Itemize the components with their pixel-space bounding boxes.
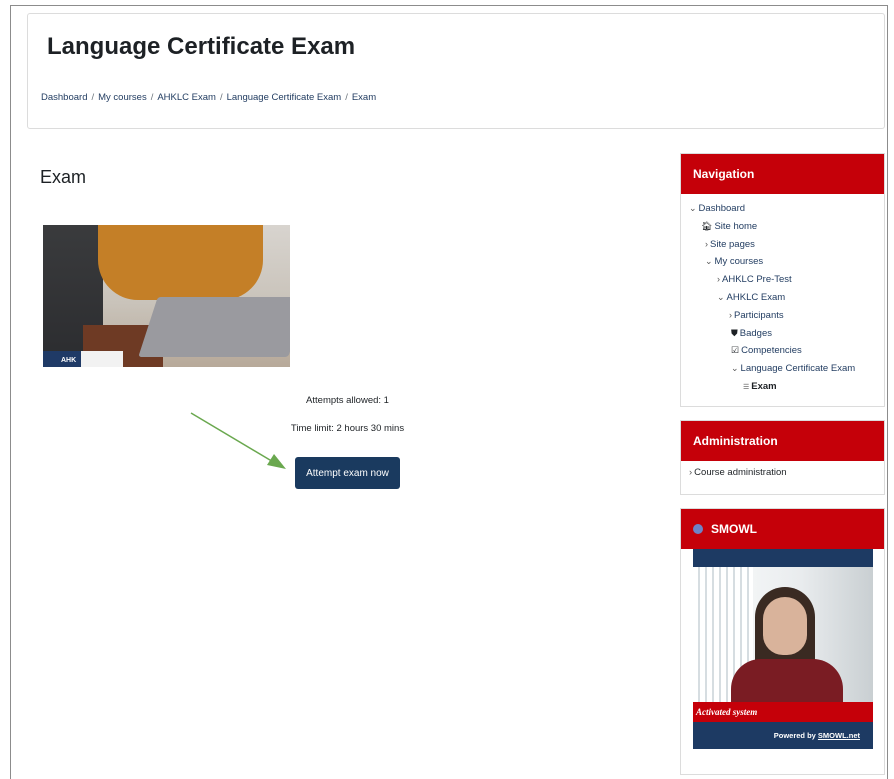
nav-item-label[interactable]: Dashboard [699,203,745,214]
admin-item-label[interactable]: Course administration [694,467,786,478]
nav-item-badges[interactable]: ⛊ Badges [681,325,884,343]
nav-item-label[interactable]: Exam [751,381,776,392]
nav-item-label[interactable]: Participants [734,310,784,321]
nav-item-label[interactable]: Language Certificate Exam [741,363,856,374]
smowl-header: SMOWL [681,509,884,549]
navigation-title: Navigation [681,154,884,194]
nav-item-dashboard[interactable]: ⌄ Dashboard [681,200,884,218]
nav-item-label[interactable]: Badges [740,328,772,339]
chevron-right-icon: › [729,309,732,320]
smowl-link[interactable]: SMOWL.net [818,731,860,740]
nav-item-label[interactable]: Site home [714,221,757,232]
webcam-video [693,567,873,702]
chevron-right-icon: › [705,238,708,249]
nav-item-label[interactable]: My courses [715,256,764,267]
nav-item-site-pages[interactable]: › Site pages [681,236,884,254]
nav-item-label[interactable]: AHKLC Pre-Test [722,274,792,285]
chevron-down-icon: ⌄ [705,256,713,267]
smowl-logo-icon [693,524,703,534]
navigation-block: Navigation ⌄ Dashboard 🏠︎ Site home › Site … [680,153,885,407]
nav-item-exam[interactable]: ☰ Exam [681,378,884,396]
nav-item-ahklc-exam[interactable]: ⌄ AHKLC Exam [681,289,884,307]
administration-title: Administration [681,421,884,461]
nav-item-competencies[interactable]: ☑ Competencies [681,342,884,360]
nav-item-label[interactable]: AHKLC Exam [727,292,786,303]
nav-item-site-home[interactable]: 🏠︎ Site home [681,218,884,236]
shield-icon: ⛊ [731,327,738,338]
chevron-down-icon: ⌄ [731,363,739,374]
checkbox-icon: ☑ [731,345,740,356]
nav-item-language-certificate-exam[interactable]: ⌄ Language Certificate Exam [681,360,884,378]
home-icon: 🏠︎ [701,220,713,231]
smowl-status: Activated system [693,702,873,722]
nav-item-label[interactable]: Competencies [741,345,802,356]
list-icon: ☰ [743,383,750,391]
nav-item-label[interactable]: Site pages [710,239,755,250]
administration-block: Administration › Course administration [680,420,885,495]
chevron-right-icon: › [717,274,720,285]
nav-item-ahklc-pre-test[interactable]: › AHKLC Pre-Test [681,271,884,289]
chevron-right-icon: › [689,467,693,478]
navigation-tree: ⌄ Dashboard 🏠︎ Site home › Site pages ⌄ My c… [681,194,884,396]
nav-item-my-courses[interactable]: ⌄ My courses [681,253,884,271]
smowl-footer-prefix: Powered by [773,731,818,740]
admin-item-course-administration[interactable]: › Course administration [681,461,884,478]
smowl-footer: Powered by SMOWL.net [693,722,873,749]
chevron-down-icon: ⌄ [717,291,725,302]
smowl-webcam-panel: Activated system Powered by SMOWL.net [693,549,873,749]
nav-item-participants[interactable]: › Participants [681,307,884,325]
smowl-title: SMOWL [711,522,757,536]
chevron-down-icon: ⌄ [689,203,697,213]
